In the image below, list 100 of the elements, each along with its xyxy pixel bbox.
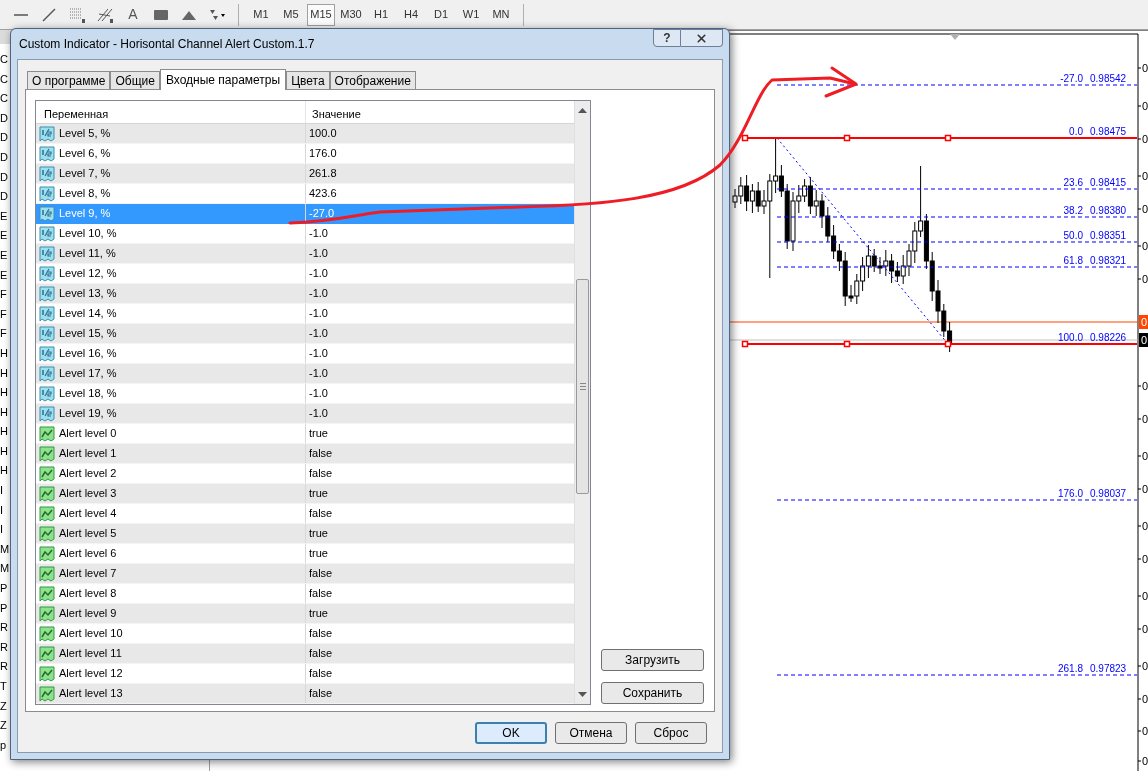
timeframe-button[interactable]: H4 [397,3,425,26]
channel-line[interactable] [741,134,1138,142]
axis-label: 0 [1142,170,1148,182]
dialog-button[interactable]: OK [475,722,547,744]
parameter-row[interactable]: Level 16, % -1.0 [36,344,574,364]
navigator-item[interactable]: D [0,187,9,207]
parameter-row[interactable]: Alert level 4 false [36,504,574,524]
close-button[interactable] [681,29,723,47]
navigator-item[interactable]: E [0,226,9,246]
parameter-row[interactable]: Alert level 9 true [36,604,574,624]
parameter-row[interactable]: Level 6, % 176.0 [36,144,574,164]
column-header[interactable]: Значение [306,101,574,123]
navigator-item[interactable]: H [0,402,9,423]
navigator-item[interactable]: C [0,69,9,90]
parameter-row[interactable]: Alert level 11 false [36,644,574,664]
navigator-item[interactable]: Z [0,716,9,736]
navigator-item[interactable]: Z [0,696,9,717]
parameter-row[interactable]: Alert level 0 true [36,424,574,444]
parameter-row[interactable]: Level 18, % -1.0 [36,384,574,404]
navigator-item[interactable]: F [0,324,9,344]
parameter-row[interactable]: Alert level 6 true [36,544,574,564]
parameter-row[interactable]: Level 12, % -1.0 [36,264,574,284]
tab[interactable]: Входные параметры [159,69,287,90]
timeframe-button[interactable]: M1 [247,3,275,26]
help-button[interactable]: ? [653,29,681,47]
parameter-row[interactable]: Level 10, % -1.0 [36,224,574,244]
navigator-item[interactable]: R [0,657,9,677]
navigator-item[interactable]: H [0,422,9,442]
tab[interactable]: О программе [27,71,111,89]
navigator-item[interactable]: I [0,481,9,501]
parameter-row[interactable]: Alert level 13 false [36,684,574,704]
timeframe-button[interactable]: W1 [457,3,485,26]
navigator-item[interactable]: H [0,383,9,403]
timeframe-button[interactable]: M5 [277,3,305,26]
parameter-row[interactable]: Level 8, % 423.6 [36,184,574,204]
tab[interactable]: Цвета [286,71,330,89]
parameter-row[interactable]: Alert level 8 false [36,584,574,604]
timeframe-button[interactable]: H1 [367,3,395,26]
side-button[interactable]: Загрузить [601,649,704,671]
parameter-row[interactable]: Level 17, % -1.0 [36,364,574,384]
navigator-item[interactable]: E [0,265,9,286]
navigator-item[interactable]: H [0,363,9,384]
tab[interactable]: Общие [110,71,160,89]
parameter-row[interactable]: Level 13, % -1.0 [36,284,574,304]
text-tool[interactable]: A [120,3,146,26]
navigator-item[interactable]: D [0,108,9,129]
parameter-row[interactable]: Level 14, % -1.0 [36,304,574,324]
timeframe-button[interactable]: D1 [427,3,455,26]
parameter-row[interactable]: Level 7, % 261.8 [36,164,574,184]
navigator-item[interactable]: H [0,461,9,482]
parameter-row[interactable]: Alert level 7 false [36,564,574,584]
navigator-item[interactable]: M [0,539,9,560]
navigator-item[interactable]: M [0,559,9,580]
parameter-row[interactable]: Level 19, % -1.0 [36,404,574,424]
parameter-row[interactable]: Alert level 2 false [36,464,574,484]
navigator-item[interactable]: P [0,598,9,619]
scroll-up-icon[interactable] [578,107,587,113]
navigator-item[interactable]: E [0,206,9,227]
scroll-down-icon[interactable] [578,692,587,698]
navigator-item[interactable]: R [0,637,9,658]
navigator-item[interactable]: F [0,304,9,325]
navigator-item[interactable]: p [0,735,9,756]
navigator-item[interactable]: F [0,285,9,305]
table-cell-text: Alert level 7 [59,566,117,582]
parameter-row[interactable]: Alert level 5 true [36,524,574,544]
dialog-button[interactable]: Отмена [555,722,627,744]
scrollbar[interactable] [574,101,590,704]
navigator-item[interactable]: P [0,579,9,599]
timeframe-button[interactable]: M30 [337,3,365,26]
navigator-item[interactable]: D [0,167,9,188]
table-cell-text: -1.0 [308,386,329,402]
line-graph-icon [39,605,55,622]
navigator-item[interactable]: H [0,343,9,364]
parameter-row[interactable]: Alert level 12 false [36,664,574,684]
parameter-row[interactable]: Alert level 10 false [36,624,574,644]
parameter-row[interactable]: Level 11, % -1.0 [36,244,574,264]
parameter-row[interactable]: Level 15, % -1.0 [36,324,574,344]
channel-line[interactable] [741,340,1138,348]
parameter-row[interactable]: Level 5, % 100.0 [36,124,574,144]
timeframe-button[interactable]: MN [487,3,515,26]
navigator-item[interactable]: T [0,677,9,697]
parameter-row[interactable]: Alert level 1 false [36,444,574,464]
navigator-item[interactable]: C [0,89,9,109]
chart-shift-marker-icon[interactable] [950,34,960,40]
navigator-item[interactable]: R [0,618,9,638]
navigator-item[interactable]: I [0,520,9,540]
navigator-item[interactable]: I [0,500,9,521]
line-graph-icon [39,625,55,642]
navigator-item[interactable]: H [0,441,9,462]
side-button[interactable]: Сохранить [601,682,704,704]
tab[interactable]: Отображение [329,71,416,89]
scrollbar-thumb[interactable] [576,279,589,494]
navigator-item[interactable]: D [0,147,9,168]
navigator-item[interactable]: C [0,50,9,70]
navigator-item[interactable]: E [0,245,9,266]
navigator-item[interactable]: D [0,128,9,148]
dialog-button[interactable]: Сброс [635,722,707,744]
column-header[interactable]: Переменная [36,101,306,123]
parameter-row[interactable]: Alert level 3 true [36,484,574,504]
timeframe-button[interactable]: M15 [307,3,335,26]
